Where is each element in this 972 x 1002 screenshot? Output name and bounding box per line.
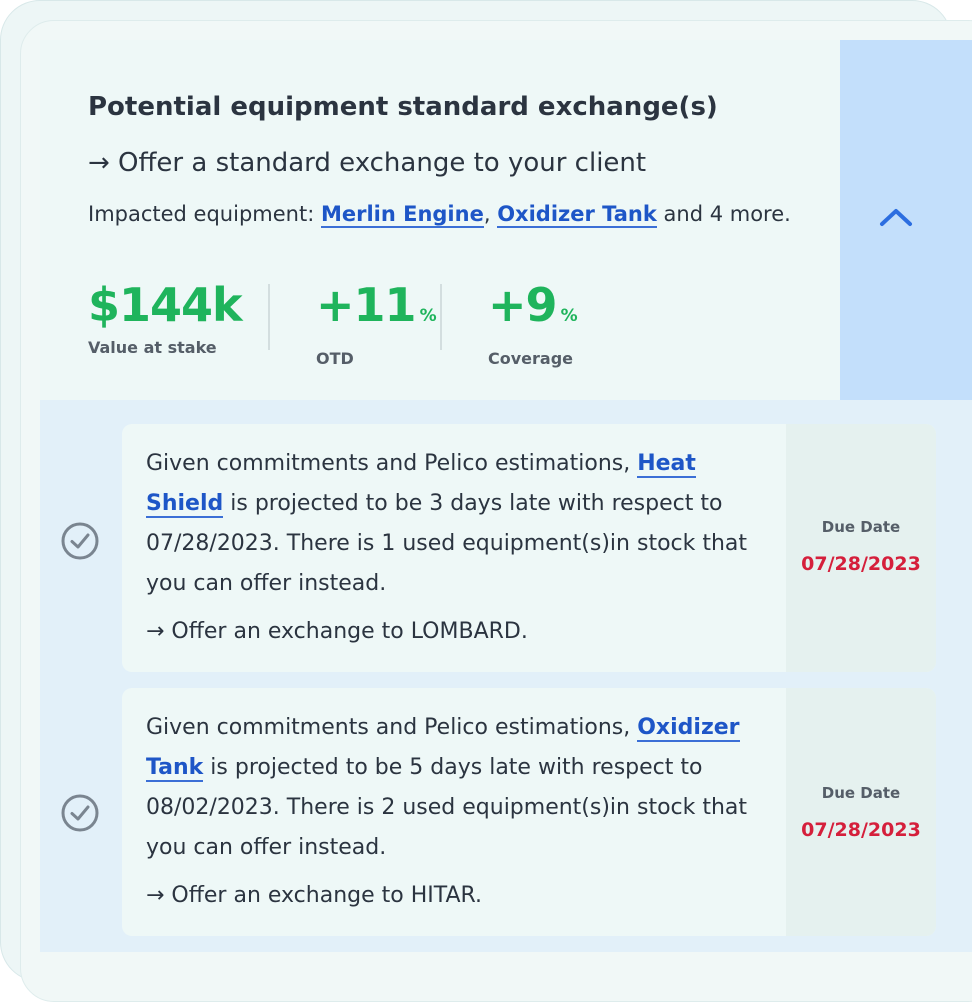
metric-value: $144k xyxy=(88,278,243,332)
exchange-item: Given commitments and Pelico estimations… xyxy=(122,688,936,936)
exchange-item: Given commitments and Pelico estimations… xyxy=(122,424,936,672)
offer-exchange-link[interactable]: → Offer a standard exchange to your clie… xyxy=(88,148,646,178)
metric-value-at-stake: $144k Value at stake xyxy=(88,278,243,357)
metric-otd: +11% OTD xyxy=(316,278,437,368)
equipment-link-merlin-engine[interactable]: Merlin Engine xyxy=(320,202,484,228)
card-title: Potential equipment standard exchange(s) xyxy=(88,92,718,122)
impacted-more: and 4 more. xyxy=(656,202,791,226)
exchange-item-message: Given commitments and Pelico estimations… xyxy=(146,708,762,868)
collapse-toggle-button[interactable] xyxy=(840,40,972,400)
metric-unit: % xyxy=(419,306,437,326)
message-text: Given commitments and Pelico estimations… xyxy=(146,715,638,740)
due-date-panel: Due Date 07/28/2023 xyxy=(786,688,936,936)
metric-value: +9 xyxy=(488,278,558,332)
check-circle-icon[interactable] xyxy=(60,521,100,561)
due-date-label: Due Date xyxy=(821,784,901,802)
metric-unit: % xyxy=(560,306,578,326)
equipment-link-oxidizer-tank[interactable]: Oxidizer Tank xyxy=(497,202,657,228)
impacted-label: Impacted equipment: xyxy=(88,202,321,226)
exchange-insight-card: Potential equipment standard exchange(s)… xyxy=(40,40,972,952)
metric-coverage: +9% Coverage xyxy=(488,278,578,368)
metric-divider xyxy=(440,284,442,350)
message-text: Given commitments and Pelico estimations… xyxy=(146,451,638,476)
chevron-up-icon[interactable] xyxy=(878,205,914,229)
metric-value: +11 xyxy=(316,278,417,332)
offer-exchange-lombard-link[interactable]: → Offer an exchange to LOMBARD. xyxy=(146,619,528,644)
impacted-separator: , xyxy=(483,202,498,226)
metric-divider xyxy=(268,284,270,350)
metric-label: OTD xyxy=(316,349,354,368)
due-date-label: Due Date xyxy=(821,518,901,536)
message-text: is projected to be 5 days late with resp… xyxy=(146,755,748,860)
impacted-equipment: Impacted equipment: Merlin Engine, Oxidi… xyxy=(88,202,791,228)
metric-label: Coverage xyxy=(488,349,574,368)
due-date-value: 07/28/2023 xyxy=(801,553,921,575)
card-header: Potential equipment standard exchange(s)… xyxy=(40,40,840,400)
offer-exchange-hitar-link[interactable]: → Offer an exchange to HITAR. xyxy=(146,883,482,908)
due-date-value: 07/28/2023 xyxy=(801,819,921,841)
message-text: is projected to be 3 days late with resp… xyxy=(146,491,748,596)
check-circle-icon[interactable] xyxy=(60,793,100,833)
due-date-panel: Due Date 07/28/2023 xyxy=(786,424,936,672)
exchange-item-message: Given commitments and Pelico estimations… xyxy=(146,444,762,604)
metric-label: Value at stake xyxy=(88,338,217,357)
